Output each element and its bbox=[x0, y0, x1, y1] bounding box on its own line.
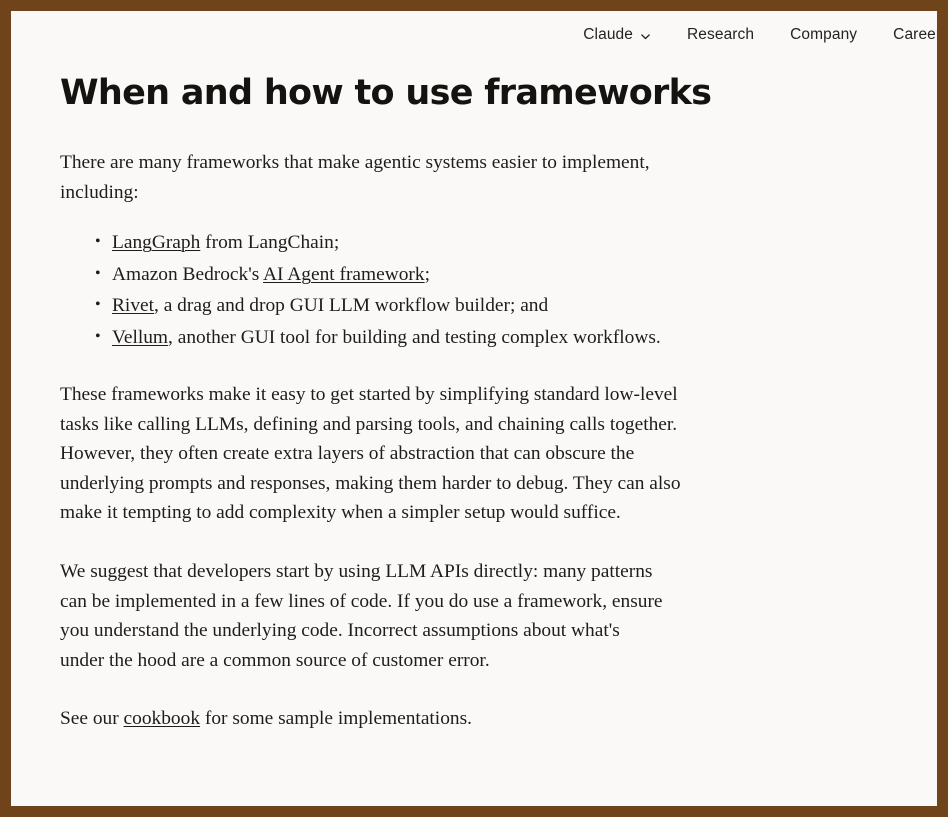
page-title: When and how to use frameworks bbox=[60, 73, 712, 113]
list-item-prefix: Amazon Bedrock's bbox=[112, 263, 264, 285]
list-item: Rivet, a drag and drop GUI LLM workflow … bbox=[95, 291, 675, 319]
frameworks-list: LangGraph from LangChain; Amazon Bedrock… bbox=[49, 228, 675, 351]
link-langgraph[interactable]: LangGraph bbox=[112, 232, 200, 253]
link-cookbook[interactable]: cookbook bbox=[124, 708, 200, 729]
list-item: LangGraph from LangChain; bbox=[95, 228, 675, 256]
top-navigation: Claude Research Company Careers bbox=[11, 11, 937, 59]
link-ai-agent-framework[interactable]: AI Agent framework bbox=[263, 264, 425, 285]
nav-item-research[interactable]: Research bbox=[687, 27, 754, 43]
nav-item-claude[interactable]: Claude bbox=[583, 27, 651, 43]
list-item-text: ; bbox=[424, 263, 430, 285]
closing-suffix: for some sample implementations. bbox=[200, 708, 472, 730]
link-vellum[interactable]: Vellum bbox=[112, 327, 168, 348]
intro-paragraph: There are many frameworks that make agen… bbox=[60, 152, 650, 203]
article-body: When and how to use frameworks There are… bbox=[49, 59, 712, 734]
paragraph-closing: See our cookbook for some sample impleme… bbox=[49, 704, 709, 734]
list-item-text: from LangChain; bbox=[200, 232, 340, 254]
list-item-text: , another GUI tool for building and test… bbox=[168, 326, 661, 348]
nav-item-label: Claude bbox=[583, 26, 633, 44]
nav-item-label: Company bbox=[790, 26, 858, 44]
list-item-text: , a drag and drop GUI LLM workflow build… bbox=[154, 295, 549, 317]
nav-item-label: Research bbox=[686, 26, 755, 44]
list-item: Vellum, another GUI tool for building an… bbox=[95, 323, 675, 351]
link-rivet[interactable]: Rivet bbox=[112, 295, 154, 316]
nav-item-careers[interactable]: Careers bbox=[893, 27, 937, 43]
paragraph-frameworks-tradeoffs: These frameworks make it easy to get sta… bbox=[60, 383, 681, 524]
nav-item-label: Careers bbox=[893, 26, 937, 44]
nav-item-company[interactable]: Company bbox=[790, 27, 857, 43]
paragraph-recommendation: We suggest that developers start by usin… bbox=[60, 560, 663, 671]
closing-prefix: See our bbox=[60, 708, 124, 730]
list-item: Amazon Bedrock's AI Agent framework; bbox=[95, 260, 675, 288]
page-frame: Claude Research Company Careers When and… bbox=[11, 11, 937, 806]
chevron-down-icon bbox=[640, 31, 651, 42]
